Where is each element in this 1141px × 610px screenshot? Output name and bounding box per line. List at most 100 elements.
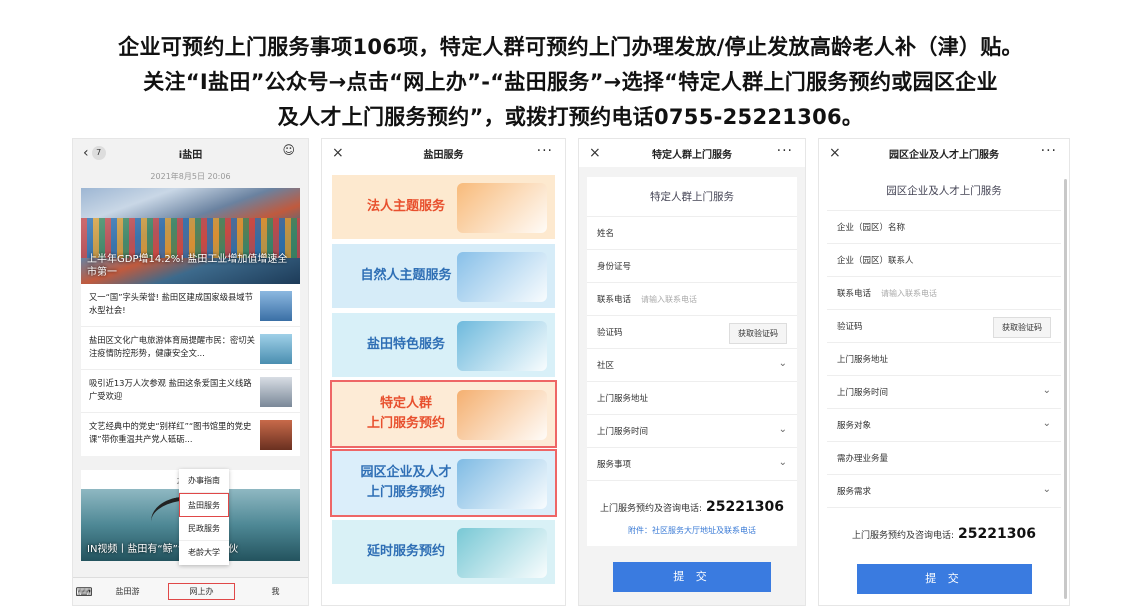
list-item[interactable]: 吸引近13万人次参观 盐田这条爱国主义线路广受欢迎 xyxy=(81,370,300,413)
form-field[interactable]: 姓名 xyxy=(587,217,797,250)
select-field[interactable]: 上门服务时间 ⌄ xyxy=(587,415,797,448)
select-field[interactable]: 上门服务时间 ⌄ xyxy=(827,376,1061,409)
hotline: 上门服务预约及咨询电话: 25221306 xyxy=(587,481,797,521)
menu-item-yantian-service[interactable]: 盐田服务 xyxy=(179,493,229,517)
field-placeholder: 请输入联系电话 xyxy=(641,294,698,304)
page-title: 盐田服务 xyxy=(423,149,464,161)
submit-button[interactable]: 提 交 xyxy=(856,564,1032,594)
user-icon[interactable]: ☺ xyxy=(282,143,296,157)
online-service-menu: 办事指南 盐田服务 民政服务 老龄大学 xyxy=(179,469,229,565)
form-field[interactable]: 上门服务地址 xyxy=(587,382,797,415)
close-icon[interactable]: × xyxy=(332,145,344,161)
field-label: 企业（园区）名称 xyxy=(837,223,906,233)
get-code-button[interactable]: 获取验证码 xyxy=(729,323,787,344)
caption: 企业可预约上门服务事项106项，特定人群可预约上门办理发放/停止发放高龄老人补（… xyxy=(0,30,1141,135)
service-illustration xyxy=(457,390,547,440)
form-fields: 企业（园区）名称 企业（园区）联系人 联系电话 请输入联系电话 验证码 获取验证码 上门服务… xyxy=(827,211,1061,508)
field-label: 需办理业务量 xyxy=(837,454,889,464)
menu-item-civil-affairs[interactable]: 民政服务 xyxy=(179,517,229,541)
field-label: 上门服务时间 xyxy=(597,427,649,437)
service-tile[interactable]: 盐田特色服务 xyxy=(332,313,555,377)
timestamp: 2021年8月5日 20:06 xyxy=(150,172,231,181)
chevron-down-icon: ⌄ xyxy=(778,424,787,435)
form-field[interactable]: 身份证号 xyxy=(587,250,797,283)
news-title: 盐田区文化广电旅游体育局提醒市民：密切关注疫情防控形势，健康安全文... xyxy=(89,335,255,358)
get-code-button[interactable]: 获取验证码 xyxy=(993,317,1051,338)
nav-bar: × 园区企业及人才上门服务 ··· xyxy=(819,139,1069,167)
form-field[interactable]: 需办理业务量 xyxy=(827,442,1061,475)
form-field[interactable]: 联系电话 请输入联系电话 xyxy=(827,277,1061,310)
page-title: i盐田 xyxy=(178,149,203,161)
service-tile-label: 延时服务预约 xyxy=(366,544,445,559)
close-icon[interactable]: × xyxy=(589,145,601,161)
more-icon[interactable]: ··· xyxy=(777,143,793,159)
select-field[interactable]: 服务需求 ⌄ xyxy=(827,475,1061,508)
field-label: 企业（园区）联系人 xyxy=(837,256,914,266)
chevron-down-icon: ⌄ xyxy=(1042,484,1051,495)
tab-me[interactable]: 我 xyxy=(243,586,308,597)
back-button[interactable]: ‹ 7 xyxy=(83,145,106,161)
scrollbar[interactable] xyxy=(1064,179,1067,599)
form-field[interactable]: 上门服务地址 xyxy=(827,343,1061,376)
form-field[interactable]: 企业（园区）名称 xyxy=(827,211,1061,244)
form-field[interactable]: 企业（园区）联系人 xyxy=(827,244,1061,277)
submit-button[interactable]: 提 交 xyxy=(613,562,771,592)
close-icon[interactable]: × xyxy=(829,145,841,161)
service-tile[interactable]: 延时服务预约 xyxy=(332,520,555,584)
hero-article[interactable]: 上半年GDP增14.2%! 盐田工业增加值增速全市第一 xyxy=(81,188,300,284)
service-tile[interactable]: 特定人群 上门服务预约 xyxy=(330,380,557,448)
hero-caption: 上半年GDP增14.2%! 盐田工业增加值增速全市第一 xyxy=(87,254,288,278)
form-field[interactable]: 联系电话 请输入联系电话 xyxy=(587,283,797,316)
chevron-down-icon: ⌄ xyxy=(1042,418,1051,429)
booking-form: 特定人群上门服务 姓名 身份证号 联系电话 请输入联系电话 验证码 获取验证码 社区 ⌄ 上门服… xyxy=(587,177,797,546)
field-label: 验证码 xyxy=(597,328,623,338)
service-illustration xyxy=(457,528,547,578)
service-tile[interactable]: 自然人主题服务 xyxy=(332,244,555,308)
page-title: 园区企业及人才上门服务 xyxy=(889,149,999,161)
back-icon: ‹ xyxy=(83,145,89,161)
field-label: 上门服务时间 xyxy=(837,388,889,398)
news-thumbnail xyxy=(260,377,292,407)
more-icon[interactable]: ··· xyxy=(1041,143,1057,159)
tab-label: 我 xyxy=(271,587,280,596)
annex-link[interactable]: 附件：社区服务大厅地址及联系电话 xyxy=(587,521,797,546)
screenshot-special-group-form: × 特定人群上门服务 ··· 特定人群上门服务 姓名 身份证号 联系电话 请输入联系电… xyxy=(578,138,806,606)
page-title: 特定人群上门服务 xyxy=(652,149,732,161)
hotline-number[interactable]: 25221306 xyxy=(958,526,1036,542)
news-thumbnail xyxy=(260,334,292,364)
form-field[interactable]: 验证码 获取验证码 xyxy=(587,316,797,349)
news-title: 文艺经典中的党史“别样红”“图书馆里的党史课”带你重温共产党人砥砺... xyxy=(89,421,252,444)
service-illustration xyxy=(457,321,547,371)
tab-label: 网上办 xyxy=(189,587,214,596)
list-item[interactable]: 盐田区文化广电旅游体育局提醒市民：密切关注疫情防控形势，健康安全文... xyxy=(81,327,300,370)
news-thumbnail xyxy=(260,420,292,450)
news-thumbnail xyxy=(260,291,292,321)
service-illustration xyxy=(457,252,547,302)
tab-online-service[interactable]: 网上办 xyxy=(168,583,235,600)
service-tile[interactable]: 园区企业及人才 上门服务预约 xyxy=(330,449,557,517)
tab-yantian-tour[interactable]: 盐田游 xyxy=(95,586,160,597)
news-title: 又一“国”字头荣誉! 盐田区建成国家级县域节水型社会! xyxy=(89,292,253,315)
service-tile[interactable]: 法人主题服务 xyxy=(332,175,555,239)
select-field[interactable]: 社区 ⌄ xyxy=(587,349,797,382)
hotline-label: 上门服务预约及咨询电话: xyxy=(852,531,955,541)
list-item[interactable]: 文艺经典中的党史“别样红”“图书馆里的党史课”带你重温共产党人砥砺... xyxy=(81,413,300,456)
keyboard-icon[interactable]: ⌨ xyxy=(73,585,95,599)
service-tile-label: 特定人群 上门服务预约 xyxy=(366,396,445,431)
more-icon[interactable]: ··· xyxy=(537,143,553,159)
nav-bar: ‹ 7 i盐田 ☺ xyxy=(73,139,308,167)
screenshot-yantian-service: × 盐田服务 ··· 法人主题服务自然人主题服务盐田特色服务特定人群 上门服务预… xyxy=(321,138,566,606)
form-field[interactable]: 验证码 获取验证码 xyxy=(827,310,1061,343)
hotline: 上门服务预约及咨询电话: 25221306 xyxy=(827,508,1061,548)
field-label: 社区 xyxy=(597,361,615,371)
hotline-number[interactable]: 25221306 xyxy=(706,499,784,515)
select-field[interactable]: 服务事项 ⌄ xyxy=(587,448,797,481)
caption-line-2: 关注“I盐田”公众号→点击“网上办”-“盐田服务”→选择“特定人群上门服务预约或… xyxy=(143,70,998,94)
list-item[interactable]: 又一“国”字头荣誉! 盐田区建成国家级县域节水型社会! xyxy=(81,284,300,327)
service-illustration xyxy=(457,459,547,509)
menu-item-senior-university[interactable]: 老龄大学 xyxy=(179,541,229,565)
menu-item-guide[interactable]: 办事指南 xyxy=(179,469,229,493)
service-tile-label: 自然人主题服务 xyxy=(360,268,452,283)
caption-line-3: 及人才上门服务预约”，或拨打预约电话0755-25221306。 xyxy=(277,105,864,129)
select-field[interactable]: 服务对象 ⌄ xyxy=(827,409,1061,442)
